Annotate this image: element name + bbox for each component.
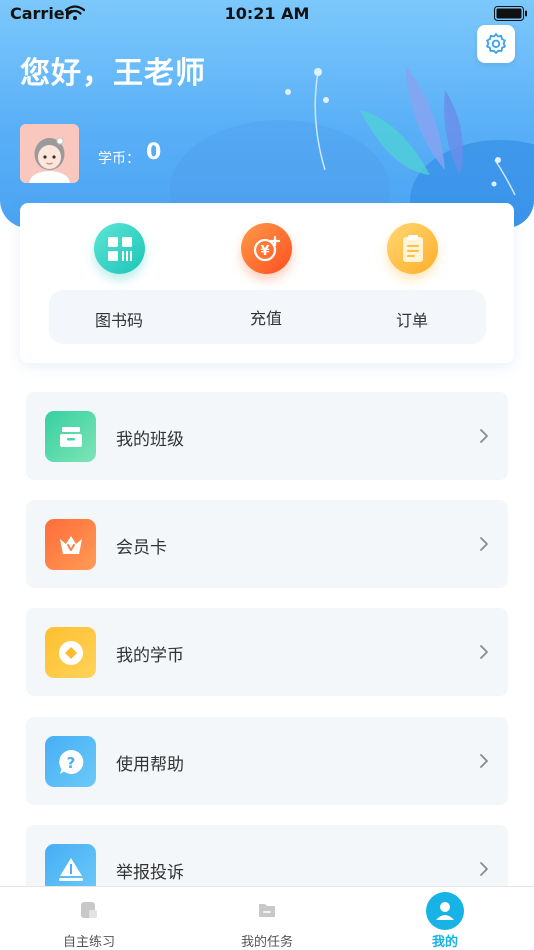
menu-item-label: 我的班级 xyxy=(116,430,184,450)
chevron-right-icon xyxy=(480,754,488,768)
menu-item-my-coins[interactable]: 我的学币 xyxy=(26,608,508,696)
coin-label: 学币： xyxy=(98,151,140,167)
menu-item-label: 会员卡 xyxy=(116,538,167,558)
quick-action-label: 充值 xyxy=(249,309,282,328)
coin-value: 0 xyxy=(146,140,162,165)
menu-item-label: 举报投诉 xyxy=(116,863,184,883)
svg-text:?: ? xyxy=(66,754,75,772)
svg-text:¥: ¥ xyxy=(260,244,269,259)
status-time: 10:21 AM xyxy=(224,4,310,23)
menu-item-my-class[interactable]: 我的班级 xyxy=(26,392,508,480)
practice-icon xyxy=(81,902,97,918)
task-icon xyxy=(259,904,275,917)
chevron-right-icon xyxy=(480,862,488,876)
chevron-right-icon xyxy=(480,645,488,659)
coin-icon xyxy=(45,627,96,678)
quick-action-label: 订单 xyxy=(395,311,428,330)
avatar[interactable] xyxy=(20,124,79,183)
yuan-plus-icon: ¥ xyxy=(241,223,292,274)
menu-item-label: 使用帮助 xyxy=(116,755,184,775)
tab-label: 自主练习 xyxy=(62,935,115,950)
header-plant-decoration xyxy=(170,65,534,228)
help-icon: ? xyxy=(45,736,96,787)
quick-action-recharge[interactable]: ¥ 充值 xyxy=(216,223,316,333)
clipboard-icon xyxy=(387,223,438,274)
crown-icon xyxy=(45,519,96,570)
teacher-avatar-icon xyxy=(20,124,79,183)
menu-item-help[interactable]: ? 使用帮助 xyxy=(26,717,508,805)
quick-action-orders[interactable]: 订单 xyxy=(362,223,462,333)
greeting-title: 您好，王老师 xyxy=(20,56,206,91)
tab-label: 我的任务 xyxy=(240,935,293,950)
header-background xyxy=(0,0,534,228)
menu-item-membership-card[interactable]: 会员卡 xyxy=(26,500,508,588)
quick-action-book-code[interactable]: 图书码 xyxy=(69,223,169,333)
tab-my-tasks[interactable]: 我的任务 xyxy=(178,887,356,950)
gear-icon xyxy=(486,33,506,54)
class-icon xyxy=(45,411,96,462)
chevron-right-icon xyxy=(480,429,488,443)
qr-code-icon xyxy=(94,223,145,274)
battery-icon xyxy=(494,6,527,21)
status-bar: Carrier 10:21 AM xyxy=(0,0,534,28)
chevron-right-icon xyxy=(480,537,488,551)
quick-action-label: 图书码 xyxy=(94,311,143,330)
menu-item-label: 我的学币 xyxy=(116,646,184,666)
settings-button[interactable] xyxy=(477,25,515,63)
tab-label: 我的 xyxy=(431,935,458,950)
tab-practice[interactable]: 自主练习 xyxy=(0,887,178,950)
profile-icon[interactable] xyxy=(426,892,464,930)
quick-actions-card: 图书码 ¥ 充值 订单 xyxy=(20,203,514,363)
